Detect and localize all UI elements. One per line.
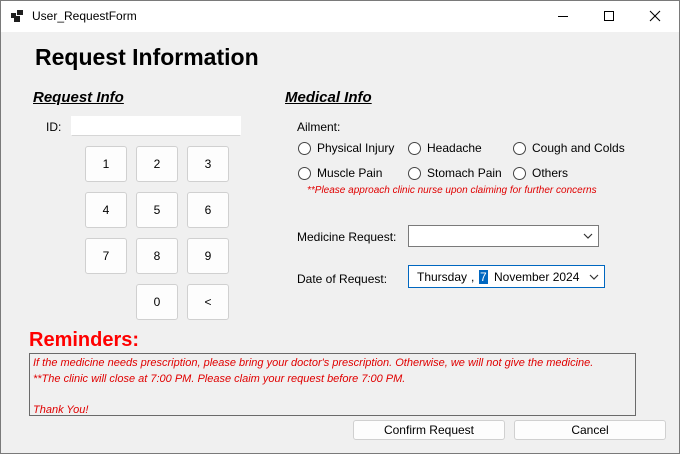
id-label: ID: — [46, 120, 62, 134]
radio-muscle-pain[interactable]: Muscle Pain — [298, 166, 382, 180]
reminders-textbox: If the medicine needs prescription, plea… — [29, 353, 636, 416]
radio-label: Stomach Pain — [427, 166, 502, 180]
title-bar[interactable]: User_RequestForm — [1, 1, 679, 32]
keypad-key-4[interactable]: 4 — [85, 192, 127, 228]
medicine-request-dropdown[interactable] — [408, 225, 599, 247]
form-window: User_RequestForm Request Information Req… — [0, 0, 680, 454]
window-title: User_RequestForm — [32, 9, 137, 23]
date-of-request-label: Date of Request: — [297, 272, 388, 286]
radio-circle — [408, 166, 421, 180]
radio-label: Headache — [427, 141, 482, 155]
radio-circle — [298, 166, 311, 180]
radio-cough-and-colds[interactable]: Cough and Colds — [513, 141, 625, 155]
radio-circle — [408, 141, 421, 155]
date-weekday: Thursday — [417, 270, 468, 284]
keypad-key-8[interactable]: 8 — [136, 238, 178, 274]
medical-info-title: Medical Info — [285, 89, 372, 106]
chevron-down-icon — [589, 274, 599, 280]
reminder-line: Thank You! — [33, 403, 89, 416]
radio-others[interactable]: Others — [513, 166, 568, 180]
reminder-line: If the medicine needs prescription, plea… — [33, 357, 594, 369]
date-month-year: November 2024 — [494, 270, 580, 284]
radio-circle — [513, 141, 526, 155]
reminders-title: Reminders: — [29, 329, 140, 351]
radio-circle — [298, 141, 311, 155]
close-icon — [649, 10, 661, 22]
radio-headache[interactable]: Headache — [408, 141, 482, 155]
minimize-button[interactable] — [541, 1, 587, 32]
keypad-key-6[interactable]: 6 — [187, 192, 229, 228]
keypad-key-0[interactable]: 0 — [136, 284, 178, 320]
radio-label: Physical Injury — [317, 141, 395, 155]
id-input[interactable] — [71, 116, 241, 136]
keypad-key-9[interactable]: 9 — [187, 238, 229, 274]
keypad-key-7[interactable]: 7 — [85, 238, 127, 274]
minimize-icon — [558, 16, 568, 17]
cancel-button[interactable]: Cancel — [514, 420, 666, 440]
radio-label: Muscle Pain — [317, 166, 383, 180]
keypad-backspace-button[interactable]: < — [187, 284, 229, 320]
keypad-key-3[interactable]: 3 — [187, 146, 229, 182]
date-of-request-picker[interactable]: Thursday , 7 November 2024 — [408, 265, 605, 288]
clinic-note: **Please approach clinic nurse upon clai… — [307, 185, 597, 196]
reminder-line — [33, 387, 632, 403]
date-separator: , — [471, 270, 475, 284]
radio-circle — [513, 166, 526, 180]
app-icon — [11, 10, 23, 22]
ailment-label: Ailment: — [297, 120, 341, 134]
keypad-key-1[interactable]: 1 — [85, 146, 127, 182]
keypad-key-2[interactable]: 2 — [136, 146, 178, 182]
page-title: Request Information — [35, 44, 259, 70]
date-day-selected[interactable]: 7 — [479, 270, 488, 284]
keypad-key-5[interactable]: 5 — [136, 192, 178, 228]
medicine-request-label: Medicine Request: — [297, 230, 397, 244]
confirm-request-button[interactable]: Confirm Request — [353, 420, 505, 440]
radio-label: Cough and Colds — [532, 141, 625, 155]
request-info-title: Request Info — [33, 89, 124, 106]
chevron-down-icon — [583, 233, 593, 239]
maximize-icon — [604, 11, 614, 21]
reminder-line: **The clinic will close at 7:00 PM. Plea… — [33, 372, 406, 385]
radio-stomach-pain[interactable]: Stomach Pain — [408, 166, 502, 180]
radio-physical-injury[interactable]: Physical Injury — [298, 141, 394, 155]
maximize-button[interactable] — [587, 1, 633, 32]
close-button[interactable] — [633, 1, 679, 32]
radio-label: Others — [532, 166, 569, 180]
